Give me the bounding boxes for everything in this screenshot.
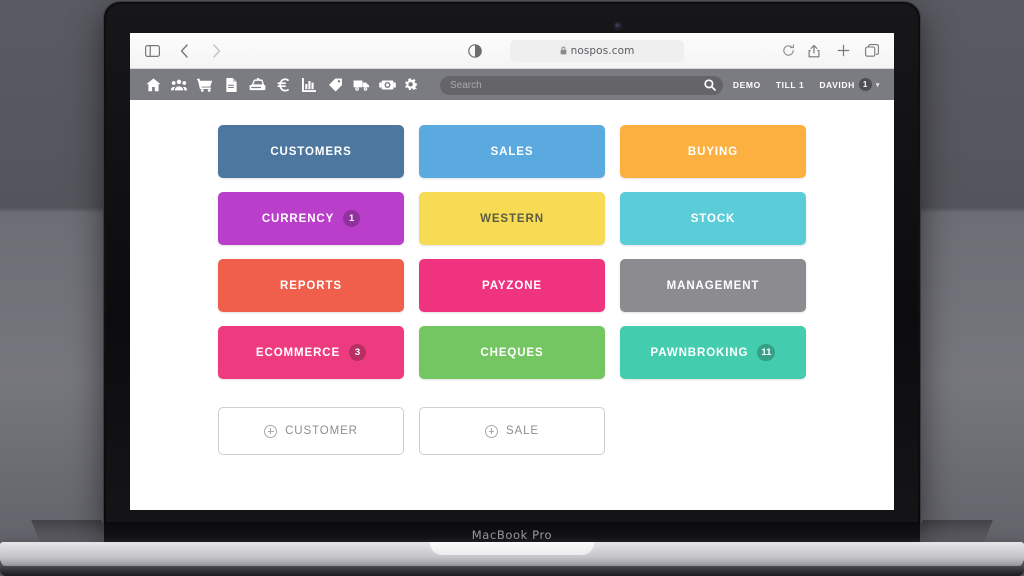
till-label[interactable]: TILL 1 [776, 80, 804, 90]
module-tile[interactable]: CUSTOMERS [218, 125, 404, 178]
url-text: nospos.com [570, 45, 635, 57]
truck-icon[interactable] [348, 72, 374, 98]
module-tile[interactable]: SALES [419, 125, 605, 178]
customers-icon[interactable] [166, 72, 192, 98]
quick-action-label: CUSTOMER [285, 425, 358, 437]
search-input[interactable] [440, 75, 723, 95]
module-tile-label: CHEQUES [480, 346, 544, 359]
sidebar-icon[interactable] [144, 43, 160, 59]
quick-action-button[interactable]: SALE [419, 407, 605, 455]
tab-overview-icon[interactable] [864, 43, 880, 59]
chevron-down-icon: ▾ [875, 81, 880, 89]
module-tile[interactable]: ECOMMERCE 3 [218, 326, 404, 379]
module-tile-label: WESTERN [480, 212, 544, 225]
module-tile-grid: CUSTOMERS SALES BUYING CURRENCY 1 WESTERN STOC… [218, 125, 806, 379]
module-tile[interactable]: PAYZONE [419, 259, 605, 312]
module-tile[interactable]: STOCK [620, 192, 806, 245]
company-label[interactable]: DEMO [733, 80, 761, 90]
browser-actions [806, 43, 880, 59]
cart-icon[interactable] [192, 72, 218, 98]
quick-action-button[interactable]: CUSTOMER [218, 407, 404, 455]
chevron-right-icon[interactable] [208, 43, 224, 59]
module-tile-label: MANAGEMENT [666, 279, 760, 292]
laptop-hinge-shadow-right [913, 520, 993, 544]
laptop-base-notch [430, 542, 594, 555]
module-tile[interactable]: CHEQUES [419, 326, 605, 379]
laptop-hinge-shadow-left [31, 520, 111, 544]
chevron-left-icon[interactable] [176, 43, 192, 59]
bar-chart-icon[interactable] [296, 72, 322, 98]
module-tile-label: PAWNBROKING [650, 346, 749, 359]
module-tile[interactable]: BUYING [620, 125, 806, 178]
quick-action-row: CUSTOMER SALE [218, 407, 806, 455]
laptop-base-foot [0, 566, 1024, 576]
reader-contrast-icon[interactable] [468, 43, 482, 58]
home-icon[interactable] [140, 72, 166, 98]
module-tile-label: ECOMMERCE [255, 346, 341, 359]
module-tile[interactable]: WESTERN [419, 192, 605, 245]
module-tile-label: CURRENCY [261, 212, 335, 225]
laptop-mockup: nospos.com Search DEMO TILL 1 DAVIDH 1 ▾… [0, 0, 1024, 576]
dashboard: CUSTOMERS SALES BUYING CURRENCY 1 WESTERN STOC… [130, 100, 894, 510]
module-tile[interactable]: MANAGEMENT [620, 259, 806, 312]
module-tile-label: BUYING [687, 145, 739, 158]
module-tile[interactable]: PAWNBROKING 11 [620, 326, 806, 379]
user-name: DAVIDH [819, 79, 855, 90]
user-notification-badge: 1 [858, 78, 872, 91]
screen: nospos.com Search DEMO TILL 1 DAVIDH 1 ▾… [130, 33, 894, 510]
camera-icon[interactable] [374, 72, 400, 98]
browser-nav-buttons [144, 43, 224, 59]
reload-icon[interactable] [780, 43, 796, 59]
plus-circle-icon [484, 424, 498, 438]
module-tile-label: STOCK [690, 212, 736, 225]
app-toolbar: DEMO TILL 1 DAVIDH 1 ▾ [130, 69, 894, 100]
cash-register-icon[interactable] [244, 72, 270, 98]
browser-chrome: nospos.com [130, 33, 894, 69]
module-tile-label: CUSTOMERS [270, 145, 352, 158]
module-tile[interactable]: REPORTS [218, 259, 404, 312]
plus-circle-icon [264, 424, 278, 438]
account-area: DEMO TILL 1 DAVIDH 1 ▾ [733, 78, 884, 91]
plus-icon[interactable] [835, 43, 851, 59]
module-tile[interactable]: CURRENCY 1 [218, 192, 404, 245]
lock-icon [560, 46, 567, 57]
tag-icon[interactable] [322, 72, 348, 98]
quick-action-label: SALE [505, 425, 539, 437]
search-icon[interactable] [704, 78, 716, 91]
user-menu[interactable]: DAVIDH 1 ▾ [819, 78, 880, 91]
webcam-icon [615, 23, 621, 29]
gears-icon[interactable] [400, 72, 426, 98]
document-icon[interactable] [218, 72, 244, 98]
app-nav-icons [140, 72, 426, 98]
module-tile-label: SALES [490, 145, 534, 158]
module-tile-badge: 3 [349, 344, 367, 361]
module-tile-label: PAYZONE [482, 279, 542, 292]
module-tile-badge: 11 [757, 344, 776, 361]
euro-icon[interactable] [270, 72, 296, 98]
search-container [440, 75, 723, 95]
module-tile-label: REPORTS [280, 279, 342, 292]
module-tile-badge: 1 [343, 210, 361, 227]
address-bar[interactable]: nospos.com [510, 40, 684, 62]
share-icon[interactable] [806, 43, 822, 59]
